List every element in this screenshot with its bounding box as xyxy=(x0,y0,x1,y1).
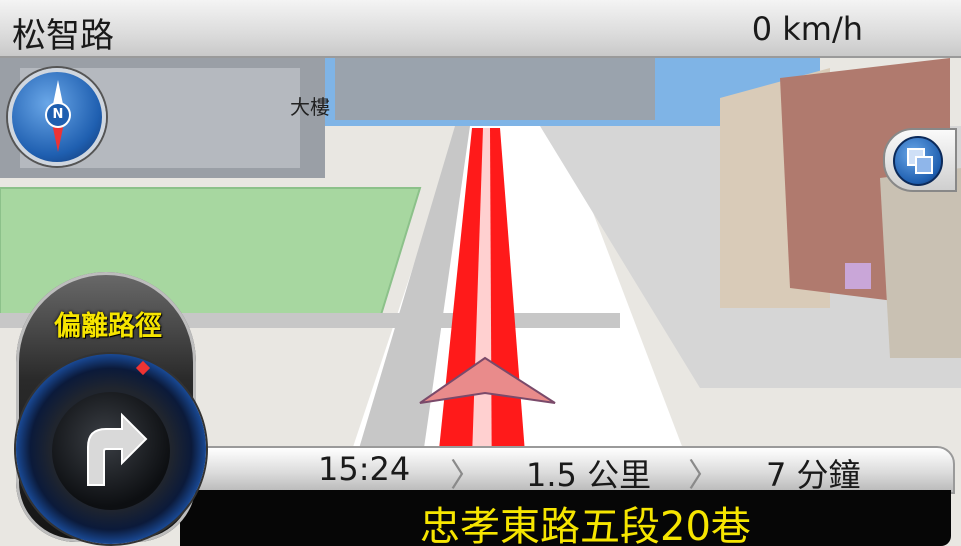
view-square-front xyxy=(915,156,933,174)
view-toggle-icon xyxy=(893,136,943,186)
poi-marker xyxy=(845,263,871,289)
poi-label: 大樓 xyxy=(290,95,330,119)
compass-north-letter: N xyxy=(45,102,71,128)
top-bar: 松智路 0 km/h xyxy=(0,0,961,58)
turn-instruction-panel[interactable]: 偏離路徑 xyxy=(2,262,214,546)
turn-right-arrow-icon xyxy=(87,412,148,486)
off-route-status: 偏離路徑 xyxy=(54,311,162,342)
navigation-screen: 松智路 0 km/h 大樓 N 偏離路徑 15:24 〉 1.5 公里 〉 7 … xyxy=(0,0,961,546)
trip-info-bar[interactable]: 15:24 〉 1.5 公里 〉 7 分鐘 xyxy=(186,446,955,494)
current-street-name: 松智路 xyxy=(12,16,114,56)
arrival-time: 15:24 xyxy=(318,450,411,488)
building-right-3 xyxy=(880,168,961,358)
next-road-name: 忠孝東路五段20巷 xyxy=(420,504,751,546)
view-toggle-button[interactable] xyxy=(883,128,957,192)
next-road-bar: 忠孝東路五段20巷 xyxy=(180,490,951,546)
sign-block xyxy=(335,58,655,120)
compass-icon[interactable]: N xyxy=(8,68,106,166)
speed-readout: 0 km/h xyxy=(751,10,863,48)
